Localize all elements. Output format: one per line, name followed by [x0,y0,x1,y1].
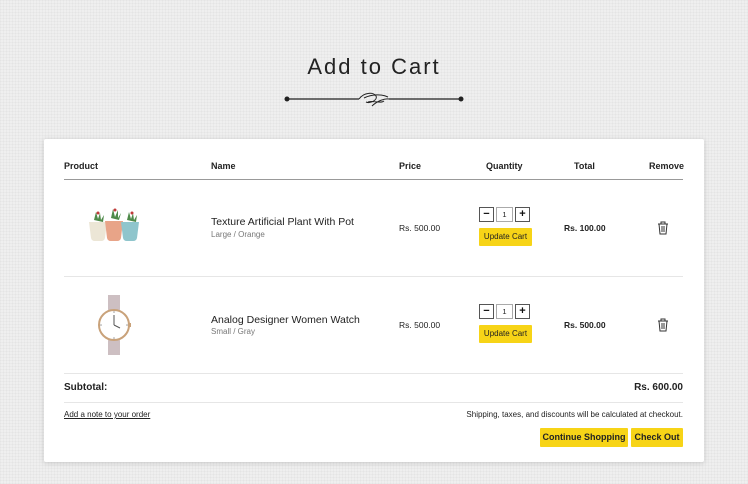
line-total: Rs. 100.00 [564,223,606,233]
product-price: Rs. 500.00 [399,320,441,330]
product-variant: Small / Gray [211,327,256,336]
product-price: Rs. 500.00 [399,223,441,233]
product-name[interactable]: Analog Designer Women Watch [211,314,360,326]
header-price: Price [399,161,422,171]
wrist-watch-image [98,295,131,355]
table-row: Analog Designer Women Watch Small / Gray… [44,277,704,373]
line-total: Rs. 500.00 [564,320,606,330]
checkout-button[interactable]: Check Out [631,428,683,447]
trash-icon[interactable] [657,221,669,235]
add-note-link[interactable]: Add a note to your order [64,410,150,419]
header-remove: Remove [649,161,685,171]
continue-shopping-button[interactable]: Continue Shopping [540,428,628,447]
potted-plants-image [89,208,139,242]
row-divider [64,373,683,374]
product-variant: Large / Orange [211,230,265,239]
decrement-button[interactable]: − [479,304,494,319]
decrement-button[interactable]: − [479,207,494,222]
increment-button[interactable]: + [515,207,530,222]
shipping-note: Shipping, taxes, and discounts will be c… [466,410,683,419]
quantity-stepper: − 1 + [479,207,530,222]
quantity-input[interactable]: 1 [496,304,513,319]
header-name: Name [211,161,236,171]
subtotal-label: Subtotal: [64,382,108,393]
ornament-divider-icon [284,92,464,107]
page-title: Add to Cart [307,54,441,79]
update-cart-button[interactable]: Update Cart [479,228,532,246]
subtotal-value: Rs. 600.00 [634,382,683,393]
summary-divider [64,402,683,403]
quantity-stepper: − 1 + [479,304,530,319]
product-name[interactable]: Texture Artificial Plant With Pot [211,216,354,228]
quantity-input[interactable]: 1 [496,207,513,222]
update-cart-button[interactable]: Update Cart [479,325,532,343]
header-quantity: Quantity [486,161,523,171]
header-product: Product [64,161,99,171]
cart-panel: Product Name Price Quantity Total Remove… [44,139,704,462]
increment-button[interactable]: + [515,304,530,319]
table-row: Texture Artificial Plant With Pot Large … [44,180,704,276]
header-total: Total [574,161,595,171]
trash-icon[interactable] [657,318,669,332]
